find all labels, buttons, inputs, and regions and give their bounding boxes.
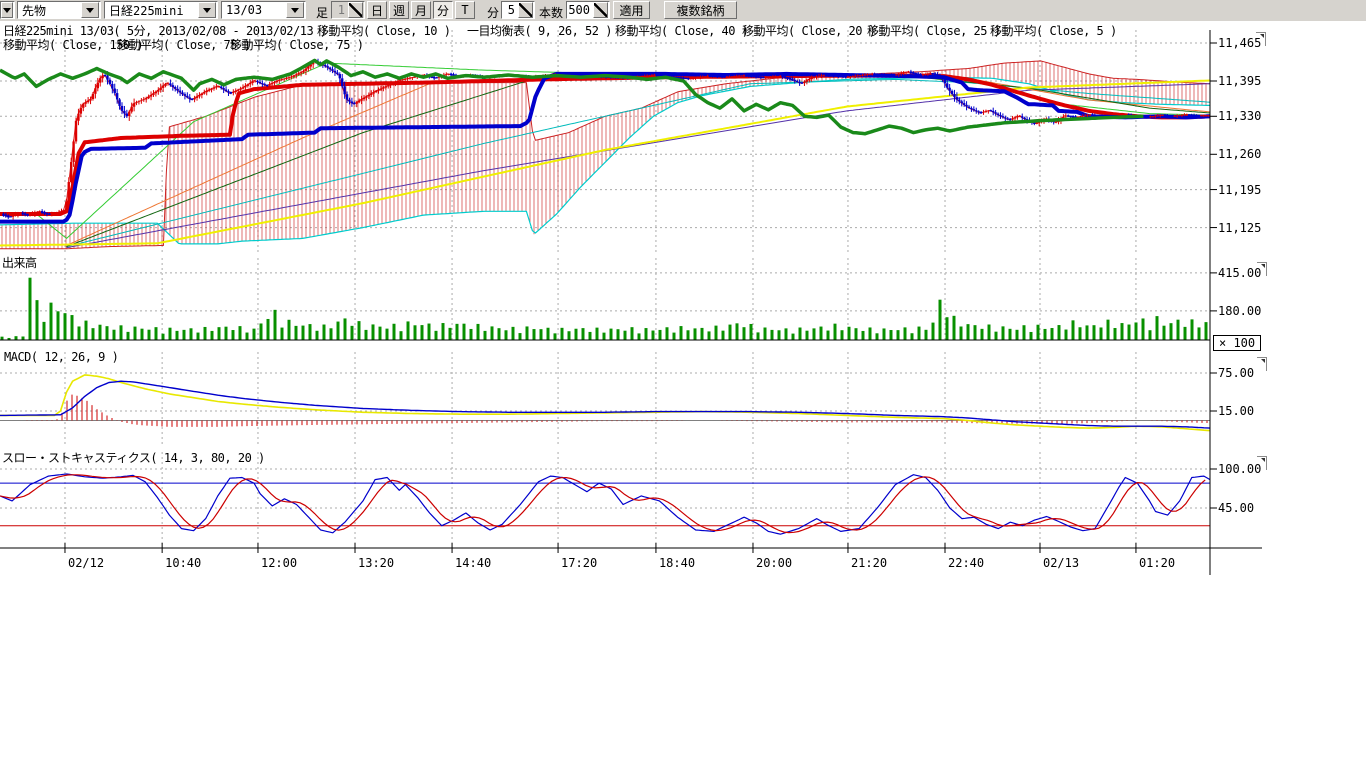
time-tick-label: 01:20 [1139, 556, 1175, 570]
time-tick-label: 10:40 [165, 556, 201, 570]
price-tick-label: 11,395 [1218, 74, 1261, 88]
macd-tick-label: 75.00 [1218, 366, 1254, 380]
indicator-label-ma40: 移動平均( Close, 40 ) [615, 25, 748, 38]
time-tick-label: 12:00 [261, 556, 297, 570]
indicator-label-ma25: 移動平均( Close, 25 ) [867, 25, 1000, 38]
indicator-label-ma20: 移動平均( Close, 20 ) [742, 25, 875, 38]
volume-tick-label: 415.00 [1218, 266, 1261, 280]
indicator-label-ma5: 移動平均( Close, 5 ) [990, 25, 1117, 38]
stoch-tick-label: 100.00 [1218, 462, 1261, 476]
indicator-label-ma10: 移動平均( Close, 10 ) [317, 25, 450, 38]
macd-tick-label: 15.00 [1218, 404, 1254, 418]
indicator-label-ichimoku: 一目均衡表( 9, 26, 52 ) [467, 25, 612, 38]
time-tick-label: 18:40 [659, 556, 695, 570]
stochastics-panel-title: スロー・ストキャスティクス( 14, 3, 80, 20 ) [2, 452, 265, 465]
volume-multiplier-badge: × 100 [1213, 335, 1261, 351]
stoch-tick-label: 45.00 [1218, 501, 1254, 515]
time-tick-label: 02/12 [68, 556, 104, 570]
macd-panel-splitter-handle[interactable] [1257, 357, 1267, 371]
time-tick-label: 17:20 [561, 556, 597, 570]
time-tick-label: 21:20 [851, 556, 887, 570]
price-tick-label: 11,260 [1218, 147, 1261, 161]
price-tick-label: 11,125 [1218, 221, 1261, 235]
time-tick-label: 13:20 [358, 556, 394, 570]
volume-panel-title: 出来高 [2, 257, 37, 270]
time-tick-label: 22:40 [948, 556, 984, 570]
time-tick-label: 02/13 [1043, 556, 1079, 570]
indicator-label-ma75b: 移動平均( Close, 75 ) [230, 39, 363, 52]
chart-plot-area[interactable] [0, 0, 1366, 768]
volume-tick-label: 180.00 [1218, 304, 1261, 318]
macd-panel-title: MACD( 12, 26, 9 ) [4, 351, 118, 364]
price-tick-label: 11,465 [1218, 36, 1261, 50]
time-tick-label: 14:40 [455, 556, 491, 570]
price-tick-label: 11,195 [1218, 183, 1261, 197]
time-tick-label: 20:00 [756, 556, 792, 570]
chart-application-window: 先物 日経225mini 13/03 足 1 日 週 月 分 T 分 5 本数 … [0, 0, 1366, 768]
price-tick-label: 11,330 [1218, 109, 1261, 123]
chart-title-and-range: 日経225mini 13/03( 5分, 2013/02/08 - 2013/0… [3, 25, 327, 38]
